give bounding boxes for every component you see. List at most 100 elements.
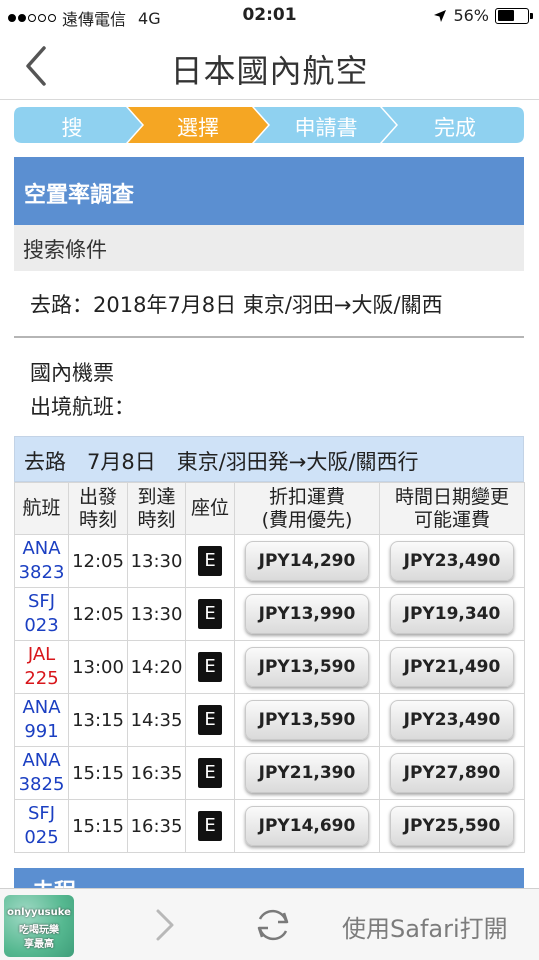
flexible-fare-button[interactable]: JPY19,340 bbox=[390, 594, 514, 634]
arrive-time: 13:30 bbox=[127, 587, 186, 641]
seat-cell: E bbox=[185, 746, 235, 800]
watermark-line-3: 享最高 bbox=[24, 939, 54, 950]
forward-button[interactable] bbox=[150, 907, 180, 943]
header-discount-line1: 折扣運費 bbox=[268, 485, 345, 508]
seat-cell: E bbox=[185, 534, 235, 588]
flight-number-cell[interactable]: SFJ 025 bbox=[14, 799, 69, 853]
airline-code: JAL bbox=[27, 644, 56, 665]
depart-time: 15:15 bbox=[68, 746, 128, 800]
depart-time: 13:00 bbox=[68, 640, 128, 694]
flexible-fare-button[interactable]: JPY23,490 bbox=[390, 700, 514, 740]
international-flight-label: 出境航班： bbox=[30, 395, 135, 419]
depart-time: 15:15 bbox=[68, 799, 128, 853]
airline-code: ANA bbox=[22, 750, 61, 771]
discount-fare-cell: JPY13,590 bbox=[234, 693, 380, 747]
step-complete: 完成 bbox=[434, 116, 476, 140]
seat-class-badge: E bbox=[198, 758, 222, 788]
seat-cell: E bbox=[185, 693, 235, 747]
flexible-fare-cell: JPY25,590 bbox=[379, 799, 525, 853]
depart-time: 13:15 bbox=[68, 693, 128, 747]
flight-number-cell[interactable]: SFJ 023 bbox=[14, 587, 69, 641]
header-arrive-line1: 到達 bbox=[137, 485, 176, 508]
header-flexible-line2: 可能運費 bbox=[413, 508, 490, 531]
flight-list: 航班 出發 時刻 到達 時刻 座位 折扣運費 (費用優先) 時間日期變更 可能運費 AN… bbox=[14, 482, 525, 853]
airline-code: ANA bbox=[22, 538, 61, 559]
flexible-fare-cell: JPY23,490 bbox=[379, 693, 525, 747]
arrive-time: 14:35 bbox=[127, 693, 186, 747]
discount-fare-cell: JPY13,590 bbox=[234, 640, 380, 694]
airline-code: SFJ bbox=[27, 591, 56, 612]
seat-class-badge: E bbox=[198, 599, 222, 629]
flight-number-cell[interactable]: ANA 3823 bbox=[14, 534, 69, 588]
flexible-fare-cell: JPY27,890 bbox=[379, 746, 525, 800]
discount-fare-button[interactable]: JPY14,290 bbox=[245, 541, 369, 581]
step-select: 選擇 bbox=[177, 116, 219, 140]
next-section-header: 去程 bbox=[14, 868, 524, 888]
step-search: 搜 bbox=[61, 116, 83, 140]
next-section-title: 去程 bbox=[32, 874, 76, 888]
header-depart-line2: 時刻 bbox=[78, 508, 117, 531]
discount-fare-button[interactable]: JPY14,690 bbox=[245, 806, 369, 846]
battery-icon bbox=[495, 7, 533, 24]
seat-class-badge: E bbox=[198, 652, 222, 682]
header-depart-line1: 出發 bbox=[78, 485, 117, 508]
table-header-row: 航班 出發 時刻 到達 時刻 座位 折扣運費 (費用優先) 時間日期變更 可能運費 bbox=[14, 482, 525, 535]
page-title: 日本國內航空 bbox=[170, 52, 369, 90]
header-discount-fare: 折扣運費 (費用優先) bbox=[234, 482, 380, 535]
discount-fare-button[interactable]: JPY21,390 bbox=[245, 753, 369, 793]
watermark-logo: onlyyusuke 吃喝玩樂 享最高 bbox=[4, 895, 74, 957]
seat-class-badge: E bbox=[198, 811, 222, 841]
seat-cell: E bbox=[185, 640, 235, 694]
discount-fare-cell: JPY14,690 bbox=[234, 799, 380, 853]
header-arrive: 到達 時刻 bbox=[127, 482, 186, 535]
ticket-type: 國內機票 bbox=[30, 361, 114, 385]
flight-number: 3823 bbox=[18, 562, 65, 583]
header-depart: 出發 時刻 bbox=[68, 482, 128, 535]
reload-icon bbox=[257, 909, 289, 941]
flight-number: 3825 bbox=[18, 774, 65, 795]
flight-number: 025 bbox=[24, 827, 59, 848]
progress-steps: 搜 選擇 申請書 完成 bbox=[14, 107, 524, 143]
header-seat: 座位 bbox=[185, 482, 235, 535]
arrive-time: 16:35 bbox=[127, 746, 186, 800]
discount-fare-button[interactable]: JPY13,590 bbox=[245, 647, 369, 687]
airline-code: ANA bbox=[22, 697, 61, 718]
flight-row: SFJ 023 12:05 13:30 E JPY13,990 JPY19,340 bbox=[14, 587, 525, 641]
location-arrow-icon bbox=[434, 9, 447, 22]
discount-fare-cell: JPY21,390 bbox=[234, 746, 380, 800]
header-seat-label: 座位 bbox=[190, 497, 229, 519]
flexible-fare-button[interactable]: JPY27,890 bbox=[390, 753, 514, 793]
flight-number: 023 bbox=[24, 615, 59, 636]
flight-number-cell[interactable]: JAL 225 bbox=[14, 640, 69, 694]
arrive-time: 16:35 bbox=[127, 799, 186, 853]
airline-code: SFJ bbox=[27, 803, 56, 824]
flexible-fare-button[interactable]: JPY21,490 bbox=[390, 647, 514, 687]
flight-row: ANA 3823 12:05 13:30 E JPY14,290 JPY23,490 bbox=[14, 534, 525, 588]
reload-button[interactable] bbox=[250, 903, 296, 947]
header-discount-line2: (費用優先) bbox=[261, 508, 353, 531]
flight-rows: ANA 3823 12:05 13:30 E JPY14,290 JPY23,490 SFJ 0… bbox=[14, 534, 525, 853]
open-in-safari-button[interactable]: 使用Safari打開 bbox=[342, 909, 508, 944]
arrive-time: 13:30 bbox=[127, 534, 186, 588]
flexible-fare-cell: JPY21,490 bbox=[379, 640, 525, 694]
header-flight-label: 航班 bbox=[22, 497, 61, 519]
discount-fare-button[interactable]: JPY13,590 bbox=[245, 700, 369, 740]
watermark-line-1: onlyyusuke bbox=[7, 907, 71, 918]
seat-cell: E bbox=[185, 799, 235, 853]
flight-number-cell[interactable]: ANA 3825 bbox=[14, 746, 69, 800]
discount-fare-cell: JPY13,990 bbox=[234, 587, 380, 641]
section-header: 空置率調查 bbox=[14, 157, 524, 225]
discount-fare-button[interactable]: JPY13,990 bbox=[245, 594, 369, 634]
flexible-fare-button[interactable]: JPY25,590 bbox=[390, 806, 514, 846]
status-bar: 遠傳電信 4G 02:01 56% bbox=[0, 0, 539, 32]
discount-fare-cell: JPY14,290 bbox=[234, 534, 380, 588]
battery-percent: 56% bbox=[453, 6, 489, 25]
seat-cell: E bbox=[185, 587, 235, 641]
search-conditions-header: 搜索條件 bbox=[14, 225, 524, 271]
flight-number-cell[interactable]: ANA 991 bbox=[14, 693, 69, 747]
depart-time: 12:05 bbox=[68, 587, 128, 641]
seat-class-badge: E bbox=[198, 705, 222, 735]
flexible-fare-button[interactable]: JPY23,490 bbox=[390, 541, 514, 581]
divider bbox=[14, 336, 524, 338]
status-right: 56% bbox=[433, 6, 533, 25]
